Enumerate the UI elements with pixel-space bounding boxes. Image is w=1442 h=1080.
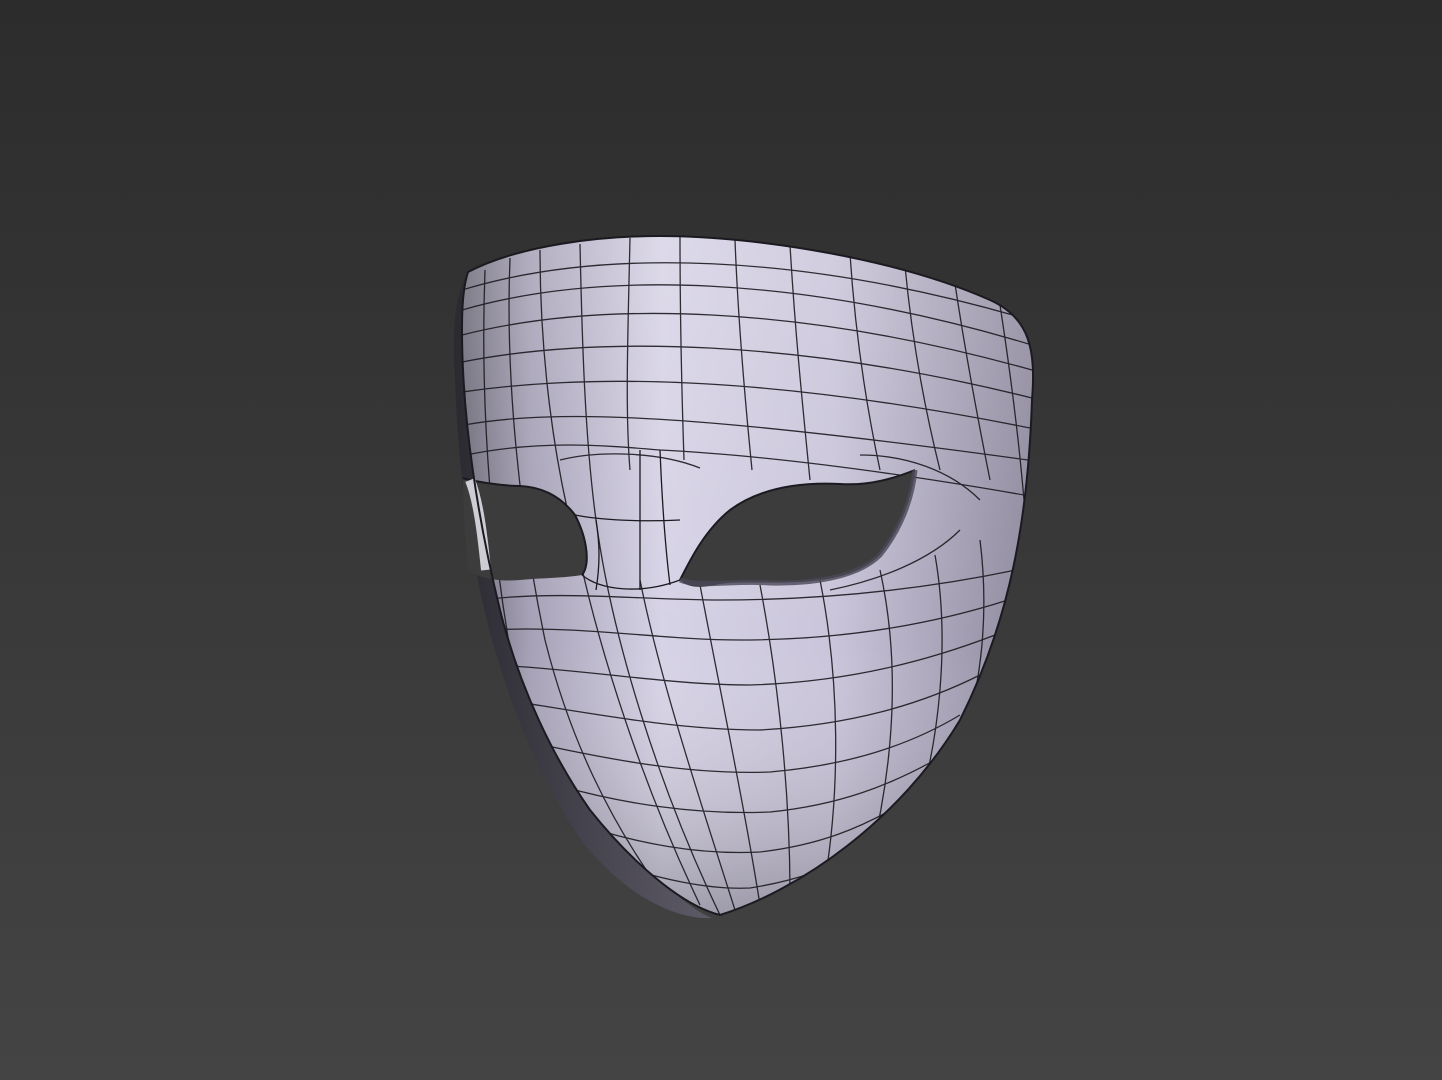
3d-viewport[interactable] bbox=[0, 0, 1442, 1080]
mask-model bbox=[453, 234, 1035, 919]
